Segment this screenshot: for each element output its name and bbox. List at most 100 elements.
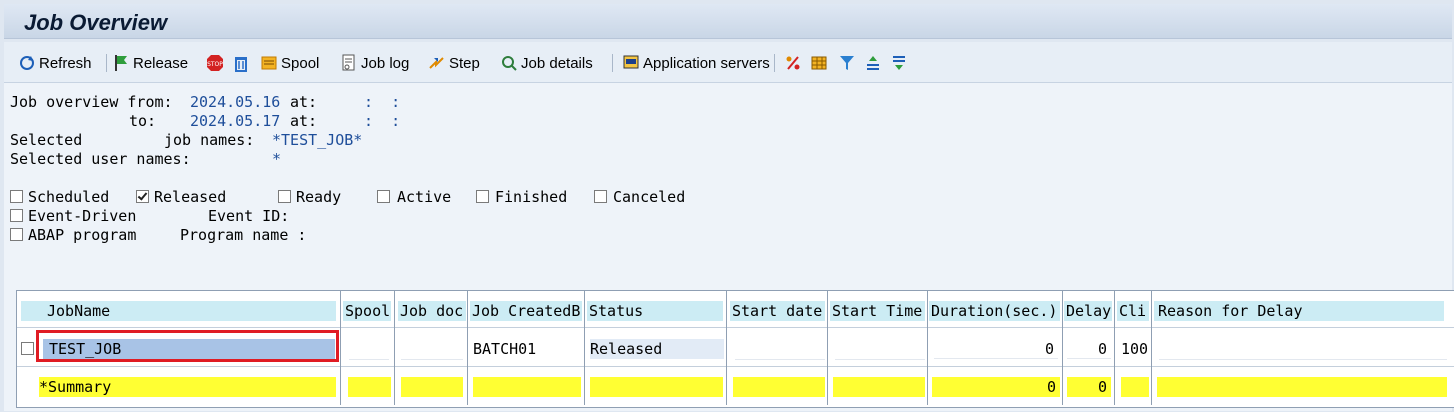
- sort-ascending-button[interactable]: [864, 52, 882, 74]
- svg-text:STOP: STOP: [207, 61, 223, 68]
- stop-icon: STOP: [207, 55, 223, 71]
- column-divider: [1151, 291, 1152, 405]
- cell-client: 100: [1121, 340, 1149, 358]
- summary-client: [1121, 377, 1149, 397]
- from-label: Job overview from:: [10, 93, 173, 111]
- abap-program-label: ABAP program: [28, 226, 137, 244]
- column-divider: [1114, 291, 1115, 405]
- step-label: Step: [449, 54, 480, 72]
- sort-descending-button[interactable]: [890, 52, 908, 74]
- header-reason[interactable]: Reason for Delay: [1154, 301, 1444, 321]
- header-jobname[interactable]: JobName: [21, 301, 336, 321]
- cell-reason[interactable]: [1159, 339, 1447, 360]
- ready-checkbox[interactable]: [278, 190, 291, 203]
- header-created-by[interactable]: Job CreatedB: [470, 301, 582, 321]
- cell-job-doc[interactable]: [401, 339, 463, 360]
- released-checkbox[interactable]: [136, 190, 149, 203]
- from-date: 2024.05.16: [190, 93, 281, 111]
- finished-checkbox[interactable]: [476, 190, 489, 203]
- column-divider: [467, 291, 468, 405]
- summary-start-time: [833, 377, 925, 397]
- header-start-date[interactable]: Start date: [730, 301, 825, 321]
- summary-duration: 0: [932, 377, 1060, 397]
- cell-created-by: BATCH01: [473, 340, 537, 358]
- trash-icon: [235, 57, 247, 72]
- to-date: 2024.05.17: [190, 112, 281, 130]
- header-duration[interactable]: Duration(sec.): [929, 301, 1060, 321]
- column-divider: [1062, 291, 1063, 405]
- stop-button[interactable]: STOP: [206, 52, 224, 74]
- summary-row: *Summary 0 0: [17, 367, 1454, 405]
- active-label: Active: [397, 188, 452, 206]
- refresh-icon: [20, 56, 34, 70]
- column-divider: [726, 291, 727, 405]
- summary-job-doc: [401, 377, 463, 397]
- toolbar: Refresh Release STOP Spool Job log Step …: [4, 42, 1452, 83]
- summary-spool: [348, 377, 391, 397]
- summary-start-date: [733, 377, 825, 397]
- content-area: Job overview from: 2024.05.16 at: : : to…: [4, 83, 1454, 411]
- header-status[interactable]: Status: [587, 301, 723, 321]
- program-name-label: Program name :: [180, 226, 307, 244]
- toolbar-divider: [774, 54, 775, 72]
- filter-button[interactable]: [838, 52, 856, 74]
- page-title: Job Overview: [24, 10, 168, 35]
- from-at-label: at:: [290, 93, 318, 111]
- row-select-checkbox[interactable]: [21, 342, 34, 355]
- cell-start-date[interactable]: [735, 339, 825, 360]
- job-details-button[interactable]: Job details: [500, 52, 593, 74]
- job-details-icon: [502, 56, 517, 71]
- select-layout-button[interactable]: [784, 52, 802, 74]
- scheduled-checkbox[interactable]: [10, 190, 23, 203]
- step-button[interactable]: Step: [428, 52, 480, 74]
- title-bar: Job Overview: [4, 4, 1452, 39]
- summary-label: *Summary: [39, 377, 336, 397]
- event-driven-checkbox[interactable]: [10, 209, 23, 222]
- release-label: Release: [133, 54, 189, 72]
- green-flag-icon: [115, 55, 127, 71]
- spool-button[interactable]: Spool: [260, 52, 319, 74]
- header-spool[interactable]: Spool: [343, 301, 391, 321]
- refresh-button[interactable]: Refresh: [18, 52, 92, 74]
- job-details-label: Job details: [521, 54, 593, 72]
- header-client[interactable]: Cli: [1117, 301, 1149, 321]
- user-names-label: Selected user names:: [10, 150, 191, 168]
- to-at-label: at:: [290, 112, 318, 130]
- to-label: to:: [129, 112, 157, 130]
- table-layout-button[interactable]: [810, 52, 828, 74]
- to-time: : :: [364, 112, 401, 130]
- active-checkbox[interactable]: [377, 190, 390, 203]
- canceled-checkbox[interactable]: [594, 190, 607, 203]
- sort-descending-icon: [893, 56, 905, 70]
- released-label: Released: [154, 188, 227, 206]
- header-start-time[interactable]: Start Time: [830, 301, 925, 321]
- job-names-label: job names:: [164, 131, 255, 149]
- header-delay[interactable]: Delay: [1064, 301, 1112, 321]
- filter-icon: [840, 56, 854, 70]
- abap-program-checkbox[interactable]: [10, 228, 23, 241]
- finished-label: Finished: [495, 188, 568, 206]
- release-button[interactable]: Release: [112, 52, 188, 74]
- toolbar-divider: [106, 54, 107, 72]
- job-log-button[interactable]: Job log: [340, 52, 409, 74]
- server-icon: [623, 55, 639, 69]
- job-names-value: *TEST_JOB*: [272, 131, 363, 149]
- user-names-value: *: [272, 150, 282, 168]
- step-icon: [429, 57, 444, 69]
- cell-start-time[interactable]: [835, 339, 925, 360]
- cell-duration: 0: [934, 339, 1058, 359]
- application-servers-button[interactable]: Application servers: [622, 52, 770, 74]
- job-log-icon: [342, 54, 355, 71]
- selected-cell-highlight: [36, 330, 339, 362]
- summary-status: [590, 377, 723, 397]
- cell-spool[interactable]: [349, 339, 389, 360]
- scheduled-label: Scheduled: [28, 188, 110, 206]
- event-driven-label: Event-Driven: [28, 207, 137, 225]
- header-job-doc[interactable]: Job doc: [398, 301, 466, 321]
- summary-created-by: [473, 377, 581, 397]
- delete-button[interactable]: [232, 52, 250, 74]
- column-divider: [584, 291, 585, 405]
- summary-delay: 0: [1067, 377, 1111, 397]
- application-servers-label: Application servers: [643, 54, 770, 72]
- ready-label: Ready: [296, 188, 342, 206]
